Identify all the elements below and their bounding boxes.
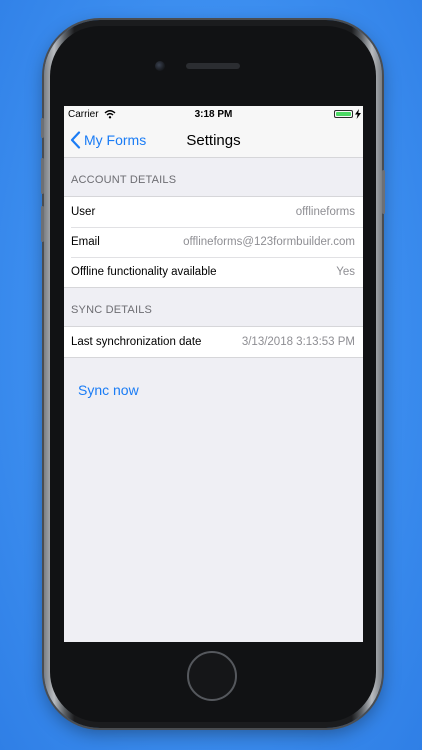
row-value: offlineforms@123formbuilder.com	[183, 236, 355, 248]
app-screen: Carrier 3:18 PM My Forms Settings ACCOUN…	[64, 106, 363, 642]
status-time: 3:18 PM	[194, 109, 233, 120]
sync-details-group: Last synchronization date 3/13/2018 3:13…	[64, 326, 363, 358]
row-email: Email offlineforms@123formbuilder.com	[64, 227, 363, 257]
home-button[interactable]	[187, 651, 237, 701]
row-value: 3/13/2018 3:13:53 PM	[241, 336, 355, 348]
row-user: User offlineforms	[64, 197, 363, 227]
sync-now-button[interactable]: Sync now	[78, 382, 139, 398]
battery-fill	[336, 112, 351, 116]
front-camera	[155, 61, 165, 71]
row-label: Email	[71, 236, 100, 248]
earpiece-speaker	[186, 63, 240, 69]
volume-up-button	[41, 158, 44, 194]
volume-down-button	[41, 206, 44, 242]
navigation-bar: My Forms Settings	[64, 123, 363, 158]
page-title: Settings	[186, 132, 241, 149]
row-offline-functionality: Offline functionality available Yes	[64, 257, 363, 287]
row-label: Last synchronization date	[71, 336, 202, 348]
charging-bolt-icon	[355, 109, 361, 119]
status-bar: Carrier 3:18 PM	[64, 106, 363, 123]
row-label: User	[71, 206, 96, 218]
battery-icon	[334, 110, 353, 118]
row-value: Yes	[336, 266, 355, 278]
section-header-account: ACCOUNT DETAILS	[71, 174, 177, 186]
row-value: offlineforms	[295, 206, 355, 218]
account-details-group: User offlineforms Email offlineforms@123…	[64, 196, 363, 288]
section-header-sync: SYNC DETAILS	[71, 304, 153, 316]
mute-switch	[41, 118, 44, 138]
row-label: Offline functionality available	[71, 266, 217, 278]
row-last-sync-date: Last synchronization date 3/13/2018 3:13…	[64, 327, 363, 357]
power-button	[382, 170, 385, 214]
